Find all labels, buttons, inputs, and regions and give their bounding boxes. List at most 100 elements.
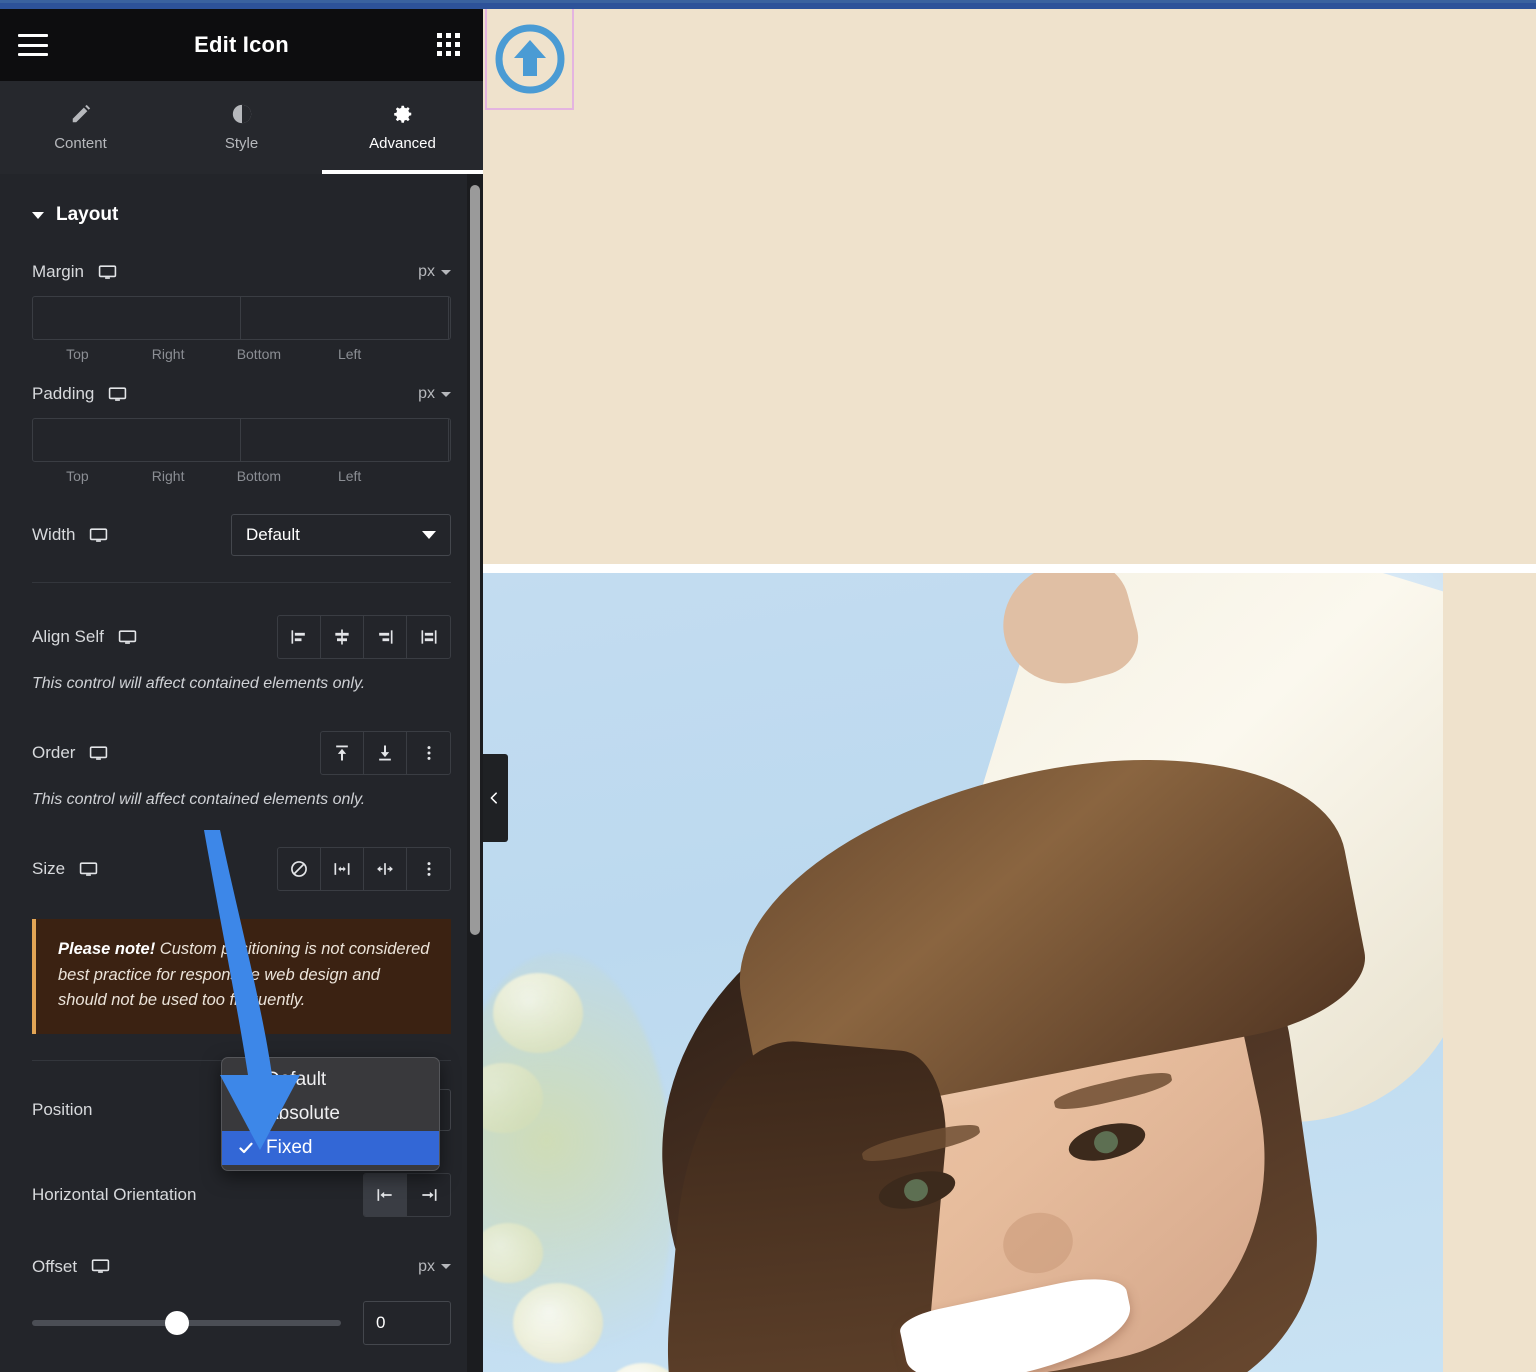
align-end-button[interactable] (364, 616, 407, 658)
order-custom-icon (419, 743, 439, 763)
order-start-button[interactable] (321, 732, 364, 774)
arrow-up-circle-icon[interactable] (493, 22, 567, 96)
width-select-value: Default (246, 525, 300, 545)
size-shrink-button[interactable] (364, 848, 407, 890)
align-end-icon (375, 627, 395, 647)
tab-style[interactable]: Style (161, 81, 322, 174)
size-none-button[interactable] (278, 848, 321, 890)
align-self-buttons (277, 615, 451, 659)
offset-slider[interactable] (32, 1320, 341, 1326)
notice-strong: Please note! (58, 940, 155, 958)
size-grow-button[interactable] (321, 848, 364, 890)
padding-top-input[interactable] (33, 419, 241, 461)
tab-advanced[interactable]: Advanced (322, 81, 483, 174)
margin-side-left: Left (304, 346, 395, 362)
selected-widget-icon[interactable] (487, 9, 572, 108)
margin-unit-value: px (418, 263, 435, 281)
order-row: Order (0, 731, 483, 775)
orient-right-button[interactable] (407, 1174, 450, 1216)
position-label: Position (32, 1100, 92, 1120)
browser-chrome-sheen (0, 0, 1536, 3)
align-start-button[interactable] (278, 616, 321, 658)
order-hint: This control will affect contained eleme… (0, 775, 483, 809)
padding-side-top: Top (32, 468, 123, 484)
size-custom-button[interactable] (407, 848, 450, 890)
margin-unit-selector[interactable]: px (418, 263, 451, 281)
hamburger-icon[interactable] (18, 34, 48, 56)
margin-top-input[interactable] (33, 297, 241, 339)
check-icon (238, 1140, 254, 1156)
position-dropdown-menu[interactable]: Default Absolute Fixed (221, 1057, 440, 1171)
margin-right-input[interactable] (241, 297, 449, 339)
tab-content-label: Content (54, 135, 107, 152)
padding-row: Padding px (0, 384, 483, 404)
tab-content[interactable]: Content (0, 81, 161, 174)
browser-chrome-strip (0, 0, 1536, 9)
padding-right-input[interactable] (241, 419, 449, 461)
chevron-down-icon (441, 1264, 451, 1269)
width-row: Width Default (0, 514, 483, 556)
size-buttons (277, 847, 451, 891)
panel-body: Layout Margin px (0, 174, 483, 1372)
offset-slider-knob[interactable] (165, 1311, 189, 1335)
size-custom-icon (419, 859, 439, 879)
position-option-default-label: Default (266, 1069, 326, 1091)
panel-collapse-handle[interactable] (483, 754, 508, 842)
grid-apps-icon[interactable] (437, 33, 461, 57)
position-option-fixed[interactable]: Fixed (222, 1131, 439, 1165)
gear-icon (392, 103, 414, 125)
editor-canvas[interactable] (483, 9, 1536, 1372)
chevron-down-icon (441, 270, 451, 275)
horizontal-orientation-label: Horizontal Orientation (32, 1185, 196, 1205)
horizontal-orientation-buttons (363, 1173, 451, 1217)
padding-unit-selector[interactable]: px (418, 385, 451, 403)
padding-unit-value: px (418, 385, 435, 403)
tab-advanced-label: Advanced (369, 135, 436, 152)
orient-right-icon (419, 1185, 439, 1205)
width-select[interactable]: Default (231, 514, 451, 556)
position-option-absolute[interactable]: Absolute (222, 1097, 439, 1131)
padding-side-right: Right (123, 468, 214, 484)
offset-slider-row (0, 1301, 483, 1345)
order-end-button[interactable] (364, 732, 407, 774)
chevron-down-icon (441, 392, 451, 397)
half-circle-icon (231, 103, 253, 125)
align-center-icon (332, 627, 352, 647)
panel-scrollbar-track[interactable] (467, 174, 483, 1372)
margin-bottom-input[interactable] (449, 297, 451, 339)
desktop-icon[interactable] (79, 860, 98, 879)
size-none-icon (289, 859, 309, 879)
offset-unit-selector[interactable]: px (418, 1258, 451, 1276)
margin-inputs (32, 296, 451, 340)
canvas-photo[interactable] (483, 573, 1443, 1372)
padding-inputs (32, 418, 451, 462)
padding-bottom-input[interactable] (449, 419, 451, 461)
pencil-icon (70, 103, 92, 125)
desktop-icon[interactable] (89, 526, 108, 545)
panel-scrollbar-thumb[interactable] (470, 185, 480, 935)
order-buttons (320, 731, 451, 775)
align-center-button[interactable] (321, 616, 364, 658)
desktop-icon[interactable] (108, 385, 127, 404)
width-label: Width (32, 525, 75, 545)
margin-side-right: Right (123, 346, 214, 362)
padding-side-left: Left (304, 468, 395, 484)
margin-row: Margin px (0, 262, 483, 282)
panel-title: Edit Icon (0, 32, 483, 58)
orient-left-button[interactable] (364, 1174, 407, 1216)
offset-value-input[interactable] (363, 1301, 451, 1345)
desktop-icon[interactable] (91, 1257, 110, 1276)
tab-style-label: Style (225, 135, 258, 152)
position-option-default[interactable]: Default (222, 1063, 439, 1097)
align-stretch-button[interactable] (407, 616, 450, 658)
desktop-icon[interactable] (89, 744, 108, 763)
padding-label: Padding (32, 384, 94, 404)
size-row: Size (0, 847, 483, 891)
desktop-icon[interactable] (98, 263, 117, 282)
desktop-icon[interactable] (118, 628, 137, 647)
order-custom-button[interactable] (407, 732, 450, 774)
position-option-absolute-label: Absolute (266, 1103, 340, 1125)
order-end-icon (375, 743, 395, 763)
panel-header: Edit Icon (0, 9, 483, 81)
section-layout-header[interactable]: Layout (0, 174, 483, 226)
